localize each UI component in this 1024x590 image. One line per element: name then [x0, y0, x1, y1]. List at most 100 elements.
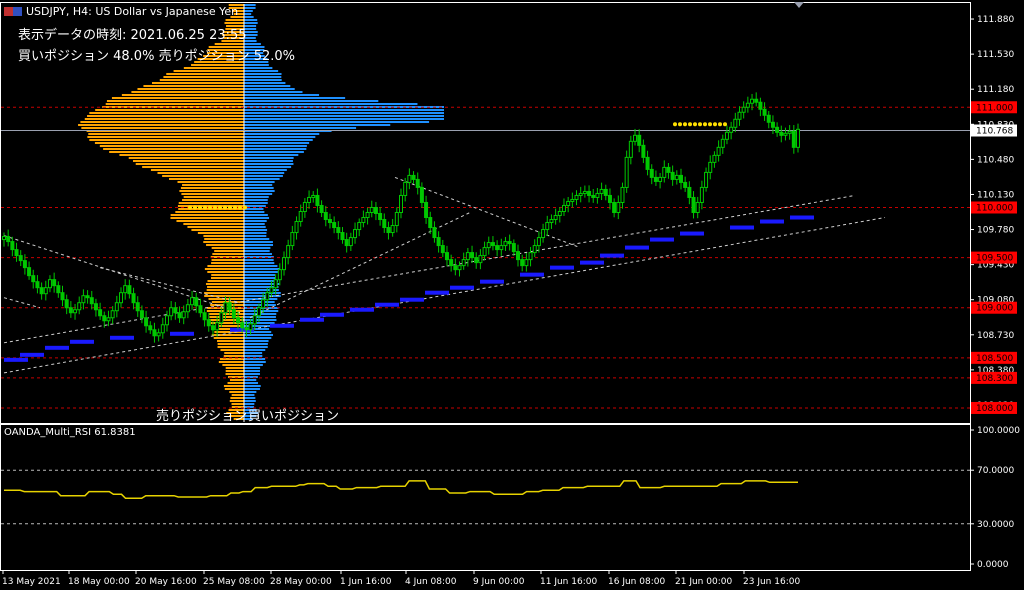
candle-body: [649, 168, 654, 178]
buy-histogram-bar: [244, 259, 274, 261]
candle-body: [102, 315, 107, 322]
candle-body: [599, 188, 604, 194]
candle-body: [482, 247, 487, 257]
candle-body: [616, 201, 621, 214]
candle-body: [582, 190, 587, 194]
time-axis-label: 9 Jun 00:00: [473, 577, 525, 587]
buy-histogram-bar: [244, 166, 292, 168]
buy-histogram-bar: [244, 169, 287, 171]
candle-body: [478, 255, 483, 264]
sell-histogram-bar: [212, 253, 244, 255]
candle-body: [641, 144, 646, 158]
buy-histogram-bar: [244, 109, 444, 111]
candle-body: [591, 194, 596, 198]
candle-body: [436, 237, 441, 247]
candle-body: [566, 200, 571, 206]
price-axis-label: 110.130: [977, 190, 1014, 200]
buy-histogram-bar: [244, 88, 295, 90]
rsi-axis-label: 100.0000: [977, 426, 1020, 436]
candle-body: [507, 241, 512, 245]
sell-histogram-bar: [175, 211, 244, 213]
candle-body: [18, 255, 23, 262]
price-level-label: 110.000: [976, 203, 1013, 213]
marker-dot: [198, 205, 202, 210]
trend-line: [3, 217, 886, 374]
sell-histogram-bar: [206, 244, 244, 246]
candle-body: [470, 252, 475, 259]
buy-histogram-bar: [244, 364, 263, 366]
candle-body: [503, 241, 508, 247]
candle-body: [674, 174, 679, 180]
buy-histogram-bar: [244, 97, 346, 99]
resistance-dot: [698, 122, 702, 127]
support-step-marker: [70, 339, 94, 344]
candle-body: [399, 194, 403, 213]
sell-histogram-bar: [106, 100, 244, 102]
buy-histogram-bar: [244, 100, 379, 102]
buy-histogram-bar: [244, 361, 266, 363]
sell-histogram-bar: [211, 247, 244, 249]
candle-body: [190, 297, 195, 306]
candle-body: [499, 245, 504, 251]
candle-body: [365, 212, 370, 219]
buy-histogram-bar: [244, 388, 260, 390]
sell-histogram-bar: [168, 178, 244, 180]
marker-dot: [243, 205, 247, 210]
sell-histogram-bar: [204, 268, 244, 270]
buy-histogram-bar: [244, 115, 444, 117]
candle-body: [43, 287, 48, 295]
candle-body: [181, 311, 186, 319]
chart-root[interactable]: 111.880111.530111.180110.830110.480110.1…: [0, 0, 1024, 590]
candle-body: [624, 156, 629, 188]
buy-histogram-bar: [244, 208, 264, 210]
sell-histogram-bar: [220, 349, 244, 351]
candle-body: [745, 102, 750, 108]
candle-body: [440, 245, 445, 254]
marker-dot: [193, 205, 197, 210]
buy-histogram-bar: [244, 382, 259, 384]
resistance-dot: [723, 122, 727, 127]
buy-histogram-bar: [244, 214, 268, 216]
buy-histogram-bar: [244, 397, 256, 399]
buy-histogram-bar: [244, 385, 261, 387]
candle-body: [52, 279, 57, 287]
time-axis-label: 21 Jun 00:00: [675, 577, 732, 587]
candle-body: [683, 181, 688, 188]
buy-histogram-bar: [244, 103, 418, 105]
candle-body: [716, 146, 721, 156]
candle-body: [269, 287, 274, 294]
candle-body: [215, 322, 220, 331]
price-chart[interactable]: 111.880111.530111.180110.830110.480110.1…: [0, 0, 1024, 590]
sell-histogram-bar: [132, 160, 244, 162]
candle-body: [724, 131, 729, 140]
candle-body: [595, 192, 600, 198]
price-level-label: 109.000: [976, 304, 1013, 314]
candle-body: [68, 307, 73, 314]
candle-body: [219, 312, 224, 324]
time-axis-label: 16 Jun 08:00: [608, 577, 665, 587]
buy-histogram-bar: [244, 82, 286, 84]
candle-body: [198, 305, 203, 314]
candle-body: [6, 236, 11, 243]
buy-histogram-bar: [244, 250, 270, 252]
buy-histogram-bar: [244, 304, 276, 306]
symbol-flag-icon-2: [13, 7, 22, 16]
candle-body: [758, 101, 763, 110]
candle-body: [39, 287, 44, 295]
candle-body: [114, 302, 119, 312]
price-axis-label: 108.730: [977, 331, 1014, 341]
buy-histogram-bar: [244, 232, 267, 234]
sell-histogram-bar: [225, 19, 244, 21]
candle-body: [386, 227, 391, 234]
support-step-marker: [400, 297, 424, 302]
candle-body: [319, 204, 324, 214]
support-step-marker: [625, 245, 649, 250]
sell-histogram-bar: [230, 397, 244, 399]
sell-histogram-bar: [211, 334, 244, 336]
candle-body: [712, 154, 717, 163]
candle-body: [244, 327, 249, 331]
support-step-marker: [375, 302, 399, 307]
price-axis-label: 111.530: [977, 50, 1014, 60]
candle-body: [720, 138, 725, 148]
sell-histogram-bar: [223, 385, 244, 387]
